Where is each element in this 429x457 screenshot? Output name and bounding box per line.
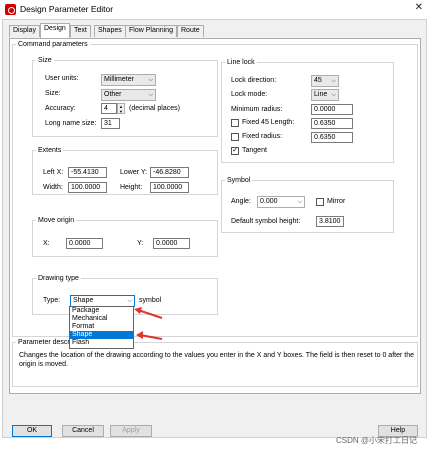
- accuracy-note: (decimal places): [129, 105, 180, 112]
- accuracy-input[interactable]: 4: [101, 103, 117, 114]
- option-mechanical[interactable]: Mechanical: [70, 315, 133, 323]
- fixed-45-length-input[interactable]: 0.6350: [311, 118, 353, 129]
- move-origin-legend: Move origin: [38, 217, 75, 224]
- chevron-down-icon: ⌵: [148, 92, 153, 98]
- annotation-arrow-icon: [134, 307, 163, 319]
- chevron-down-icon: ⌵: [148, 77, 153, 83]
- default-symbol-height-label: Default symbol height:: [231, 218, 301, 225]
- width-label: Width:: [43, 184, 63, 191]
- tab-text[interactable]: Text: [70, 25, 91, 37]
- cancel-button[interactable]: Cancel: [62, 425, 104, 437]
- size-legend: Size: [38, 57, 52, 64]
- tab-design[interactable]: Design: [40, 23, 70, 38]
- lock-direction-label: Lock direction:: [231, 77, 277, 84]
- angle-label: Angle:: [231, 198, 251, 205]
- origin-y-input[interactable]: 0.0000: [153, 238, 190, 249]
- tangent-label: Tangent: [242, 147, 267, 154]
- extents-legend: Extents: [38, 147, 62, 154]
- option-package[interactable]: Package: [70, 307, 133, 315]
- origin-x-input[interactable]: 0.0000: [66, 238, 103, 249]
- title-bar: Design Parameter Editor ✕: [0, 0, 429, 19]
- minimum-radius-input[interactable]: 0.0000: [311, 104, 353, 115]
- option-flash[interactable]: Flash: [70, 339, 133, 347]
- origin-x-label: X:: [43, 240, 50, 247]
- drawing-type-dropdown: Package Mechanical Format Shape Flash: [69, 306, 134, 349]
- fixed-radius-input[interactable]: 0.6350: [311, 132, 353, 143]
- symbol-suffix: symbol: [139, 297, 162, 304]
- left-x-label: Left X:: [43, 169, 64, 176]
- tab-flow-planning[interactable]: Flow Planning: [125, 25, 177, 37]
- height-label: Height:: [120, 184, 143, 191]
- lock-direction-value: 45: [314, 77, 322, 84]
- angle-value: 0.000: [260, 198, 278, 205]
- lock-mode-value: Line: [314, 91, 328, 98]
- lock-mode-select[interactable]: Line ⌵: [311, 89, 339, 101]
- command-parameters-legend: Command parameters: [18, 41, 88, 48]
- line-lock-legend: Line lock: [227, 59, 255, 66]
- fixed-radius-label: Fixed radius:: [242, 133, 283, 140]
- tab-shapes[interactable]: Shapes: [94, 25, 126, 37]
- apply-button: Apply: [110, 425, 152, 437]
- minimum-radius-label: Minimum radius:: [231, 106, 283, 113]
- user-units-label: User units:: [45, 75, 79, 82]
- chevron-down-icon: ⌵: [127, 298, 132, 304]
- fixed-45-length-label: Fixed 45 Length:: [242, 119, 295, 126]
- drawing-type-legend: Drawing type: [38, 275, 79, 282]
- origin-y-label: Y:: [137, 240, 144, 247]
- width-input[interactable]: 100.0000: [68, 182, 107, 193]
- annotation-arrow-icon: [136, 331, 163, 340]
- parameter-description-text: Changes the location of the drawing acco…: [19, 352, 414, 368]
- chevron-down-icon: ⌵: [297, 199, 302, 205]
- size-select[interactable]: Other ⌵: [101, 89, 156, 101]
- long-name-size-label: Long name size:: [45, 120, 97, 127]
- fixed-45-length-checkbox[interactable]: [231, 119, 239, 127]
- ok-button[interactable]: OK: [12, 425, 52, 437]
- lock-mode-label: Lock mode:: [231, 91, 268, 98]
- height-input[interactable]: 100.0000: [150, 182, 189, 193]
- lower-y-label: Lower Y:: [120, 169, 148, 176]
- user-units-select[interactable]: Millimeter ⌵: [101, 74, 156, 86]
- left-x-input[interactable]: -55.4130: [68, 167, 107, 178]
- accuracy-label: Accuracy:: [45, 105, 76, 112]
- window-title: Design Parameter Editor: [20, 4, 114, 14]
- lower-y-input[interactable]: -46.8280: [150, 167, 189, 178]
- fixed-radius-checkbox[interactable]: [231, 133, 239, 141]
- app-icon: [5, 4, 16, 15]
- option-format[interactable]: Format: [70, 323, 133, 331]
- watermark: CSDN @小宋打工日记: [335, 436, 417, 445]
- accuracy-spinner[interactable]: ▲ ▼: [117, 103, 125, 114]
- move-origin-group: Move origin: [32, 217, 218, 257]
- type-label: Type:: [43, 297, 61, 304]
- size-label: Size:: [45, 90, 61, 97]
- tangent-checkbox[interactable]: ✓: [231, 147, 239, 155]
- chevron-down-icon: ⌵: [331, 78, 336, 84]
- default-symbol-height-input[interactable]: 3.8100: [316, 216, 344, 227]
- drawing-type-value: Shape: [73, 297, 94, 304]
- size-value: Other: [104, 91, 122, 98]
- lock-direction-select[interactable]: 45 ⌵: [311, 75, 339, 87]
- mirror-checkbox[interactable]: [316, 198, 324, 206]
- angle-select[interactable]: 0.000 ⌵: [257, 196, 305, 208]
- option-shape[interactable]: Shape: [70, 331, 133, 339]
- symbol-legend: Symbol: [227, 177, 251, 184]
- long-name-size-input[interactable]: 31: [101, 118, 120, 129]
- close-icon[interactable]: ✕: [415, 2, 423, 13]
- user-units-value: Millimeter: [104, 76, 134, 83]
- tab-display[interactable]: Display: [9, 25, 40, 37]
- chevron-down-icon: ⌵: [331, 92, 336, 98]
- tab-route[interactable]: Route: [177, 25, 204, 37]
- mirror-label: Mirror: [327, 198, 346, 205]
